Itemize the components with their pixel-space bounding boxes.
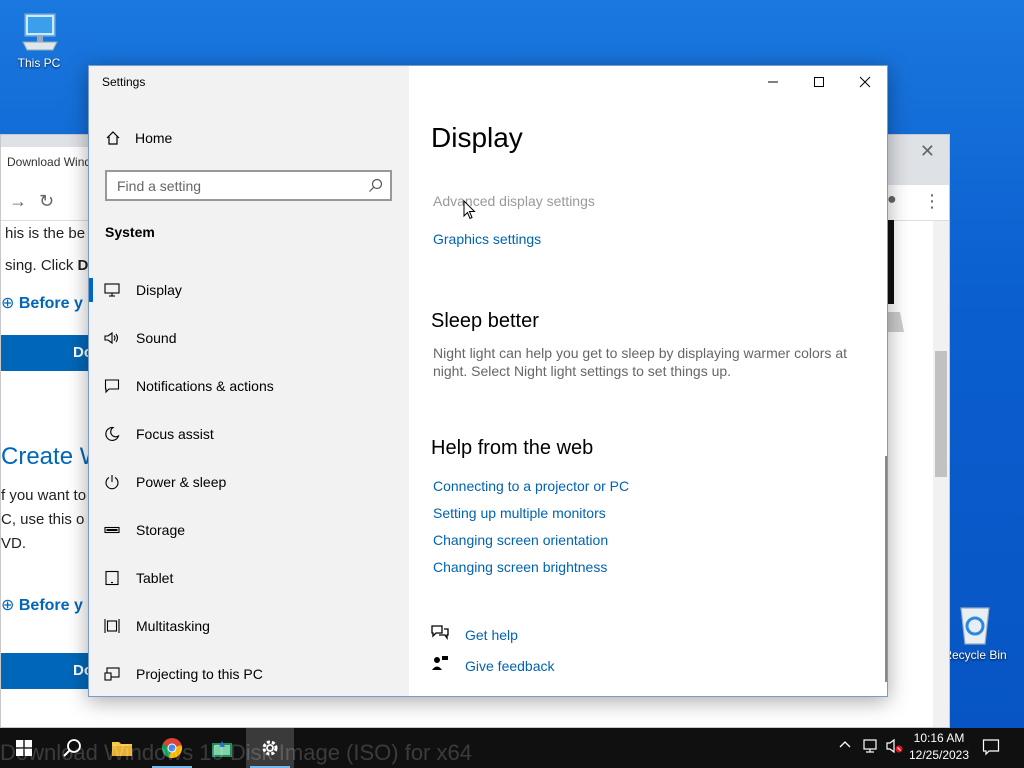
- page-text-line2: sing. Click D: [5, 257, 88, 274]
- give-feedback-row[interactable]: Give feedback: [431, 655, 555, 676]
- more-menu-icon[interactable]: ⋮: [923, 191, 941, 212]
- chrome-tab[interactable]: Download Windows: [1, 147, 96, 185]
- forward-icon[interactable]: →: [9, 191, 27, 212]
- help-link-multiple-monitors[interactable]: Setting up multiple monitors: [433, 505, 606, 521]
- sidebar-item-multitasking[interactable]: Multitasking: [89, 602, 409, 650]
- mouse-cursor-icon: [463, 200, 476, 220]
- settings-window[interactable]: Settings Home System Display So: [88, 65, 888, 697]
- scrollbar-thumb[interactable]: [935, 351, 947, 477]
- help-link-orientation[interactable]: Changing screen orientation: [433, 532, 608, 548]
- sidebar-item-label: Tablet: [136, 570, 174, 586]
- page-text: C, use this o: [1, 511, 85, 528]
- sidebar-item-display[interactable]: Display: [89, 266, 409, 314]
- home-label: Home: [135, 130, 173, 146]
- clock-time: 10:16 AM: [913, 731, 965, 745]
- get-help-row[interactable]: Get help: [431, 624, 518, 645]
- page-text-bold-fragment: D: [77, 257, 89, 274]
- main-scrollbar[interactable]: [885, 456, 887, 682]
- page-text-fragment: sing. Click: [5, 257, 78, 274]
- multitasking-icon: [104, 618, 136, 634]
- settings-sidebar: Settings Home System Display So: [89, 66, 409, 696]
- desktop-icon-label: This PC: [17, 56, 61, 70]
- feedback-person-icon: [431, 655, 465, 676]
- get-help-link[interactable]: Get help: [465, 627, 518, 643]
- reload-icon[interactable]: ↻: [39, 191, 54, 212]
- system-clock[interactable]: 10:16 AM 12/25/2023: [906, 730, 972, 764]
- page-text: his is the be: [5, 225, 86, 242]
- sidebar-item-focus-assist[interactable]: Focus assist: [89, 410, 409, 458]
- page-title: Display: [431, 122, 523, 153]
- storage-icon: [104, 522, 136, 538]
- graphics-settings-link[interactable]: Graphics settings: [433, 231, 541, 247]
- notification-center-icon[interactable]: [982, 738, 1000, 761]
- sidebar-item-storage[interactable]: Storage: [89, 506, 409, 554]
- sidebar-item-label: Storage: [136, 522, 186, 538]
- search-input[interactable]: [107, 172, 357, 199]
- desktop-icon-recycle-bin[interactable]: Recycle Bin: [940, 602, 1010, 662]
- page-text: VD.: [1, 535, 27, 552]
- sidebar-item-label: Multitasking: [136, 618, 210, 634]
- plus-circle-icon: ⊕: [1, 295, 15, 312]
- sidebar-item-sound[interactable]: Sound: [89, 314, 409, 362]
- chrome-scrollbar[interactable]: [933, 221, 949, 727]
- sidebar-item-label: Projecting to this PC: [136, 666, 263, 682]
- home-icon: [106, 131, 120, 145]
- tablet-icon: [104, 570, 136, 586]
- overlapping-page-title: Download Windows 10 Disk Image (ISO) for…: [0, 740, 472, 765]
- give-feedback-link[interactable]: Give feedback: [465, 658, 555, 674]
- sleep-better-text: Night light can help you get to sleep by…: [433, 345, 847, 379]
- moon-icon: [104, 426, 136, 442]
- clock-date: 12/25/2023: [908, 748, 970, 762]
- monitor-icon: [104, 282, 136, 298]
- page-text: f you want to: [1, 487, 87, 504]
- settings-main-pane: Display Advanced display settings Graphi…: [409, 66, 889, 696]
- help-link-brightness[interactable]: Changing screen brightness: [433, 559, 607, 575]
- sidebar-item-tablet[interactable]: Tablet: [89, 554, 409, 602]
- sidebar-item-label: Power & sleep: [136, 474, 227, 490]
- power-icon: [104, 474, 136, 490]
- sidebar-item-label: Sound: [136, 330, 177, 346]
- message-icon: [104, 378, 136, 394]
- sleep-better-heading: Sleep better: [431, 310, 539, 332]
- before-you-begin-link-2[interactable]: ⊕ Before y: [1, 595, 83, 615]
- before-you-begin-link-1[interactable]: ⊕ Before y: [1, 293, 83, 313]
- sidebar-item-label: Display: [136, 282, 182, 298]
- projecting-icon: [104, 666, 136, 682]
- search-icon: [369, 178, 383, 192]
- volume-muted-icon[interactable]: [886, 738, 904, 759]
- computer-icon: [22, 13, 58, 51]
- network-icon[interactable]: [862, 738, 880, 759]
- close-icon[interactable]: ✕: [920, 141, 935, 162]
- help-link-projector[interactable]: Connecting to a projector or PC: [433, 478, 629, 494]
- recycle-bin-icon: [960, 607, 990, 645]
- sidebar-item-notifications[interactable]: Notifications & actions: [89, 362, 409, 410]
- section-label: System: [105, 224, 155, 240]
- desktop-icon-label: Recycle Bin: [943, 648, 1007, 662]
- desktop-icon-this-pc[interactable]: This PC: [4, 10, 74, 70]
- search-box[interactable]: [105, 170, 392, 201]
- home-nav-item[interactable]: Home: [105, 130, 172, 146]
- sidebar-item-label: Focus assist: [136, 426, 214, 442]
- help-heading: Help from the web: [431, 437, 594, 459]
- sidebar-item-projecting[interactable]: Projecting to this PC: [89, 650, 409, 698]
- chevron-up-icon[interactable]: [838, 738, 852, 757]
- speaker-icon: [104, 330, 136, 346]
- sidebar-item-power-sleep[interactable]: Power & sleep: [89, 458, 409, 506]
- advanced-display-settings-link[interactable]: Advanced display settings: [433, 193, 595, 209]
- plus-circle-icon: ⊕: [1, 597, 15, 614]
- sidebar-item-label: Notifications & actions: [136, 378, 274, 394]
- window-title: Settings: [102, 75, 146, 89]
- help-chat-icon: [431, 624, 465, 645]
